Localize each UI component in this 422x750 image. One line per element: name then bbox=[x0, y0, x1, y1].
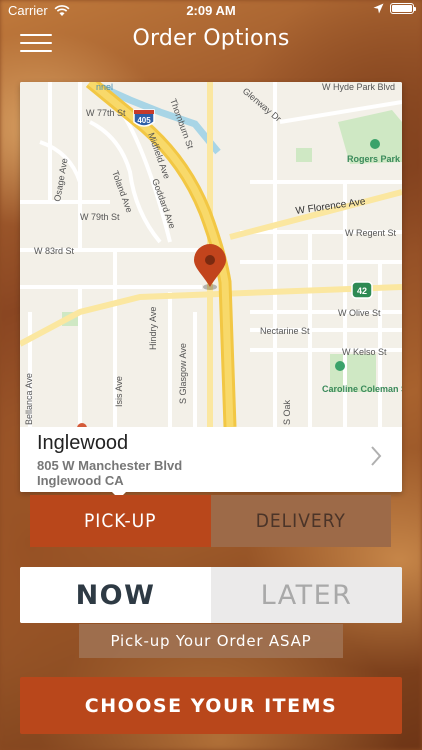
map-label: Nectarine St bbox=[260, 326, 310, 336]
map-label: Bellanca Ave bbox=[24, 373, 34, 425]
location-card: 405 42 W Hyde Park Blvd Glenway Dr Thorn… bbox=[20, 82, 402, 492]
stadium-pin-icon bbox=[335, 361, 345, 371]
chevron-right-icon bbox=[371, 446, 382, 466]
map-label: Isis Ave bbox=[114, 376, 124, 407]
order-type-segmented-control: PICK-UP DELIVERY bbox=[30, 495, 391, 547]
route-label: 42 bbox=[357, 286, 367, 296]
status-time: 2:09 AM bbox=[186, 3, 236, 18]
status-bar: Carrier 2:09 AM bbox=[0, 0, 422, 22]
park-patch bbox=[296, 148, 312, 162]
map-label: S Glasgow Ave bbox=[178, 343, 188, 404]
now-tab[interactable]: NOW bbox=[20, 567, 211, 623]
map-label: W 83rd St bbox=[34, 246, 75, 256]
store-row[interactable]: Inglewood 805 W Manchester Blvd Inglewoo… bbox=[20, 427, 402, 492]
timing-segmented-control: NOW LATER bbox=[20, 567, 402, 623]
map-label: Caroline Coleman Stadium bbox=[322, 384, 402, 394]
map-view[interactable]: 405 42 W Hyde Park Blvd Glenway Dr Thorn… bbox=[20, 82, 402, 427]
store-address: 805 W Manchester Blvd Inglewood CA bbox=[37, 458, 182, 488]
map-canvas[interactable]: 405 42 W Hyde Park Blvd Glenway Dr Thorn… bbox=[20, 82, 402, 427]
map-label: Rogers Park bbox=[347, 154, 401, 164]
map-label: W Regent St bbox=[345, 228, 397, 238]
interstate-405-shield: 405 bbox=[133, 109, 155, 127]
choose-items-button[interactable]: CHOOSE YOUR ITEMS bbox=[20, 677, 402, 734]
store-address-line2: Inglewood CA bbox=[37, 473, 124, 488]
pickup-tab[interactable]: PICK-UP bbox=[30, 495, 211, 547]
map-label: W Olive St bbox=[338, 308, 381, 318]
map-label: W 79th St bbox=[80, 212, 120, 222]
timing-info-banner: Pick-up Your Order ASAP bbox=[79, 624, 343, 658]
store-address-line1: 805 W Manchester Blvd bbox=[37, 458, 183, 473]
map-label: W 77th St bbox=[86, 108, 126, 118]
location-arrow-icon bbox=[373, 3, 384, 14]
state-route-42-shield: 42 bbox=[351, 281, 373, 299]
status-right bbox=[373, 3, 416, 14]
map-label: nnel bbox=[96, 82, 113, 92]
map-label: Hindry Ave bbox=[148, 307, 158, 350]
map-label: S Oak bbox=[282, 399, 292, 425]
later-tab[interactable]: LATER bbox=[211, 567, 402, 623]
map-label: W Hyde Park Blvd bbox=[322, 82, 395, 92]
park-pin-icon bbox=[370, 139, 380, 149]
nav-bar: Order Options bbox=[0, 22, 422, 62]
delivery-tab[interactable]: DELIVERY bbox=[210, 495, 391, 547]
page-title: Order Options bbox=[132, 26, 290, 51]
interstate-label: 405 bbox=[137, 116, 151, 125]
store-name: Inglewood bbox=[37, 432, 129, 454]
battery-icon bbox=[390, 3, 416, 14]
map-label: W Kelso St bbox=[342, 347, 387, 357]
